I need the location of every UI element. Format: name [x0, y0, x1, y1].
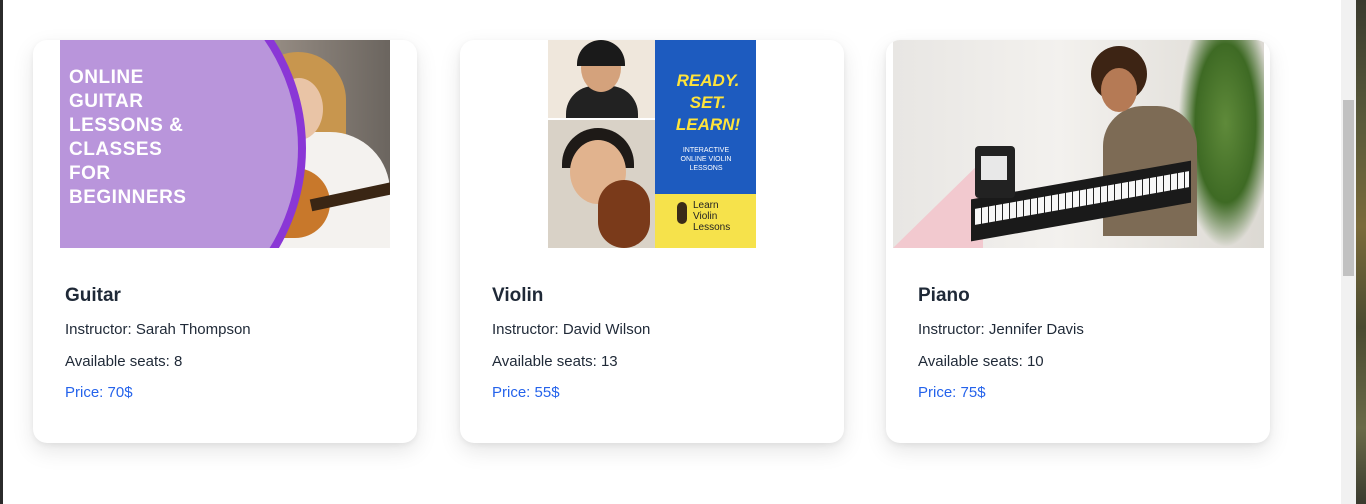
- course-seats: Available seats: 8: [65, 353, 183, 370]
- piano-course-image: [893, 40, 1264, 248]
- course-instructor: Instructor: Jennifer Davis: [918, 321, 1084, 338]
- course-title: Violin: [492, 285, 544, 306]
- course-price: Price: 55$: [492, 384, 560, 401]
- violin-course-image: READY. SET. LEARN! INTERACTIVE ONLINE VI…: [548, 40, 756, 248]
- course-price: Price: 70$: [65, 384, 133, 401]
- vertical-scrollbar[interactable]: [1341, 0, 1356, 504]
- violin-image-subtitle: INTERACTIVE ONLINE VIOLIN LESSONS: [680, 147, 732, 172]
- guitar-image-caption: ONLINE GUITAR LESSONS & CLASSES FOR BEGI…: [69, 67, 187, 208]
- course-seats: Available seats: 13: [492, 353, 618, 370]
- window-left-edge: [0, 0, 3, 504]
- violin-image-headline: READY. SET. LEARN!: [675, 71, 741, 134]
- course-title: Piano: [918, 285, 970, 306]
- course-card-violin[interactable]: READY. SET. LEARN! INTERACTIVE ONLINE VI…: [460, 40, 844, 443]
- violin-image-logo: Learn Violin Lessons: [693, 200, 731, 233]
- course-card-piano[interactable]: Piano Instructor: Jennifer Davis Availab…: [886, 40, 1270, 443]
- desktop-background-edge: [1356, 0, 1366, 504]
- course-price: Price: 75$: [918, 384, 986, 401]
- guitar-course-image: ONLINE GUITAR LESSONS & CLASSES FOR BEGI…: [60, 40, 390, 248]
- scrollbar-thumb[interactable]: [1343, 100, 1354, 276]
- course-seats: Available seats: 10: [918, 353, 1044, 370]
- course-instructor: Instructor: David Wilson: [492, 321, 651, 338]
- course-title: Guitar: [65, 285, 121, 306]
- course-card-guitar[interactable]: ONLINE GUITAR LESSONS & CLASSES FOR BEGI…: [33, 40, 417, 443]
- course-instructor: Instructor: Sarah Thompson: [65, 321, 251, 338]
- violin-logo-icon: [677, 202, 687, 224]
